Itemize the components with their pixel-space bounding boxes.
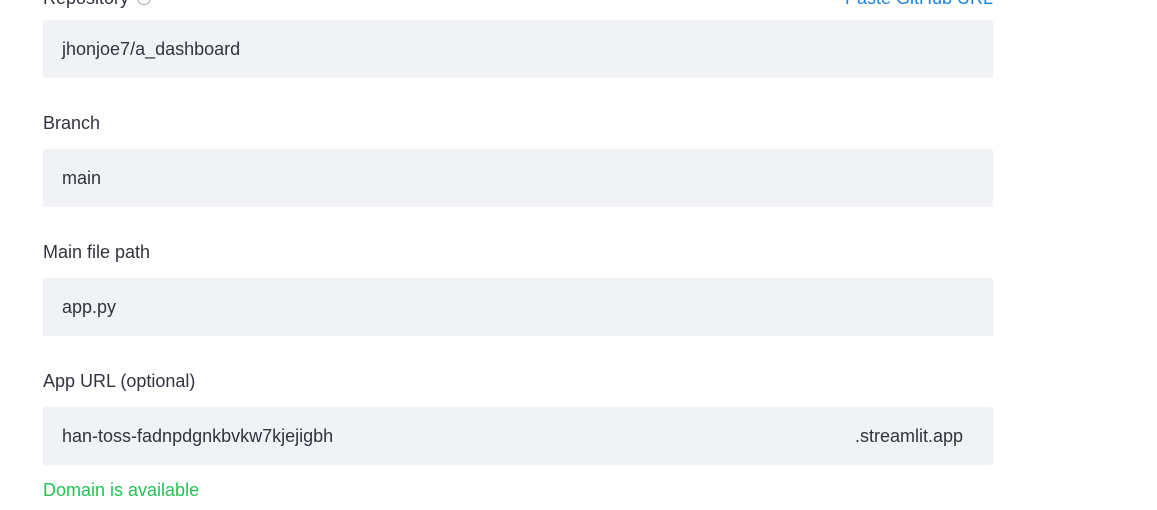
repository-header: Repository Paste GitHub URL (43, 0, 993, 8)
app-url-value: han-toss-fadnpdgnkbvkw7kjejigbh (62, 425, 334, 446)
main-file-path-input[interactable]: app.py (43, 278, 993, 336)
repository-input[interactable]: jhonjoe7/a_dashboard (43, 20, 993, 78)
main-file-path-label: Main file path (43, 242, 151, 262)
deploy-form: Repository Paste GitHub URL jhonjoe7/a_d… (0, 0, 1157, 510)
app-url-input[interactable]: han-toss-fadnpdgnkbvkw7kjejigbh .streaml… (43, 407, 993, 465)
repository-label-group: Repository (43, 0, 152, 9)
main-file-path-value: app.py (62, 296, 117, 317)
app-url-label: App URL (optional) (43, 371, 196, 391)
paste-github-url-link[interactable]: Paste GitHub URL (845, 0, 993, 9)
app-url-suffix: .streamlit.app (854, 425, 963, 446)
domain-status-message: Domain is available (43, 480, 200, 500)
branch-label: Branch (43, 113, 101, 133)
branch-input[interactable]: main (43, 149, 993, 207)
branch-value: main (62, 167, 102, 188)
help-icon[interactable] (137, 0, 152, 5)
repository-label: Repository (43, 0, 129, 9)
repository-value: jhonjoe7/a_dashboard (62, 38, 241, 59)
